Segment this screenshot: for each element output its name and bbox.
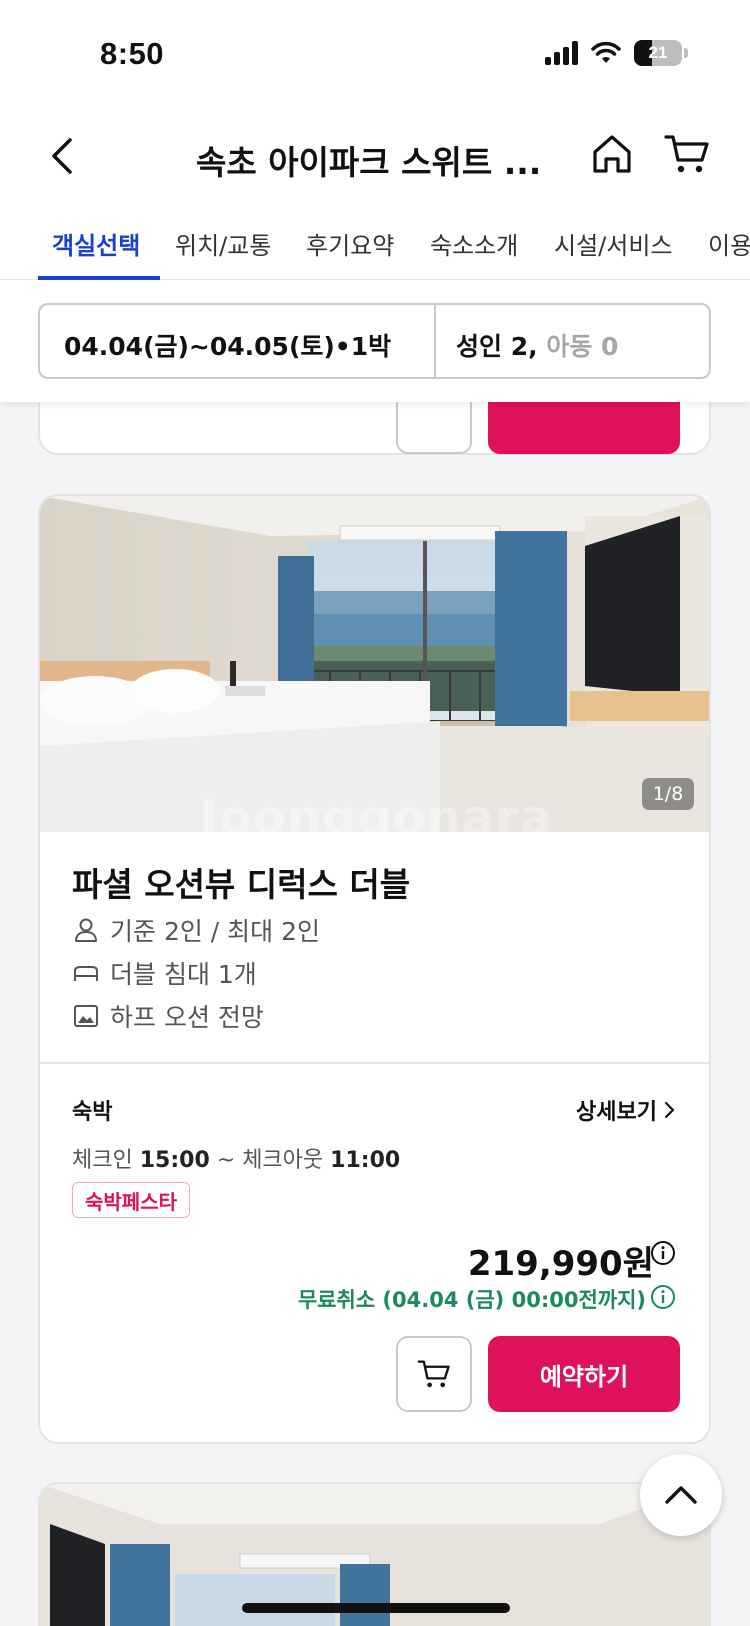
add-to-cart-button[interactable]: [396, 1336, 472, 1412]
cart-icon: [417, 1360, 450, 1388]
child-count: 아동 0: [546, 332, 619, 361]
view-text: 하프 오션 전망: [110, 1003, 264, 1032]
image-icon: [74, 1005, 98, 1027]
cart-icon[interactable]: [664, 132, 710, 176]
cancel-info-icon[interactable]: [650, 1284, 676, 1310]
top-header: 8:50 21 속초 아이파크 스위트 ... 객실선택 위치/교통 후기요약 …: [0, 0, 750, 402]
home-indicator: [242, 1603, 510, 1613]
search-condition-box: 04.04(금)~04.05(토)•1박 성인 2, 아동 0: [38, 303, 711, 379]
bed-text: 더블 침대 1개: [110, 960, 257, 989]
checkout-label: ~ 체크아웃: [216, 1148, 324, 1173]
tab-room-select[interactable]: 객실선택: [52, 226, 140, 261]
battery-tip: [684, 48, 688, 58]
status-time: 8:50: [100, 36, 165, 71]
tab-location[interactable]: 위치/교통: [175, 226, 271, 261]
search-divider: [434, 305, 436, 377]
card-divider: [40, 1062, 709, 1064]
checkin-checkout-time: 체크인 15:00 ~ 체크아웃 11:00: [72, 1142, 400, 1174]
date-range-button[interactable]: 04.04(금)~04.05(토)•1박: [64, 327, 391, 363]
chevron-up-icon: [665, 1486, 697, 1504]
battery-level: 21: [648, 43, 668, 62]
nav-bar: 속초 아이파크 스위트 ...: [0, 120, 750, 200]
page-title: 속초 아이파크 스위트 ...: [196, 143, 542, 182]
tab-facilities[interactable]: 시설/서비스: [554, 226, 673, 261]
back-icon[interactable]: [44, 134, 84, 178]
tab-property-intro[interactable]: 숙소소개: [430, 226, 518, 261]
home-icon[interactable]: [590, 132, 634, 176]
room-photo-image: [40, 496, 709, 832]
tab-review-summary[interactable]: 후기요약: [306, 226, 394, 261]
cellular-signal-icon: [545, 41, 578, 65]
bed-row: 더블 침대 1개: [72, 955, 257, 991]
capacity-text: 기준 2인 / 최대 2인: [110, 917, 321, 946]
photo-counter: 1/8: [642, 778, 694, 810]
page: 8:50 21 속초 아이파크 스위트 ... 객실선택 위치/교통 후기요약 …: [0, 0, 750, 1626]
stay-type-label: 숙박: [72, 1100, 113, 1125]
battery-icon: 21: [634, 40, 682, 66]
wifi-icon: [591, 41, 621, 63]
info-icon[interactable]: [650, 1240, 676, 1266]
room-card: Joonggonara 1/8 파셜 오션뷰 디럭스 더블 기준 2인 / 최대…: [38, 494, 711, 1444]
status-icons: 21: [545, 40, 688, 66]
checkin-time: 15:00: [139, 1148, 210, 1173]
guest-count-button[interactable]: 성인 2, 아동 0: [456, 327, 618, 363]
room-name: 파셜 오션뷰 디럭스 더블: [72, 865, 411, 904]
free-cancel-policy: 무료취소 (04.04 (금) 00:00전까지): [297, 1288, 646, 1312]
status-bar: 8:50 21: [0, 0, 750, 110]
checkout-time: 11:00: [330, 1148, 401, 1173]
room-price: 219,990원: [467, 1244, 654, 1284]
detail-link[interactable]: 상세보기: [576, 1094, 675, 1126]
view-row: 하프 오션 전망: [72, 998, 264, 1034]
capacity-row: 기준 2인 / 최대 2인: [72, 912, 320, 948]
detail-link-label: 상세보기: [576, 1100, 657, 1125]
watermark: Joonggonara: [200, 790, 554, 832]
chevron-right-icon: [664, 1101, 675, 1119]
room-photo[interactable]: Joonggonara 1/8: [40, 496, 709, 832]
checkin-label: 체크인: [72, 1148, 133, 1173]
person-icon: [75, 918, 97, 942]
tab-bar: 객실선택 위치/교통 후기요약 숙소소개 시설/서비스 이용: [0, 210, 750, 282]
bed-icon: [74, 966, 98, 981]
tab-usage[interactable]: 이용: [708, 226, 750, 261]
book-button[interactable]: 예약하기: [488, 1336, 680, 1412]
scroll-to-top-button[interactable]: [640, 1454, 722, 1536]
promo-badge: 숙박페스타: [72, 1182, 190, 1218]
adult-count: 성인 2,: [456, 332, 538, 361]
active-tab-indicator: [38, 276, 160, 280]
